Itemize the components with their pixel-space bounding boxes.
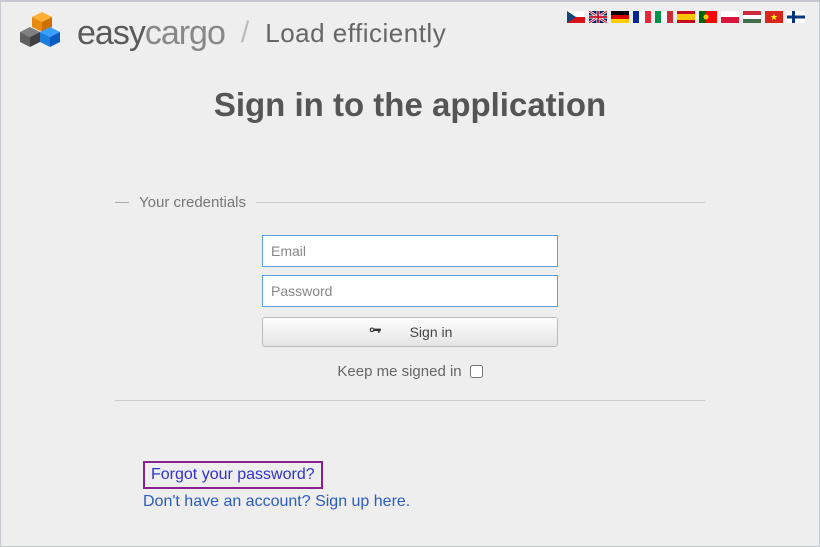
keep-signed-in-label: Keep me signed in — [337, 363, 461, 380]
divider — [115, 400, 705, 401]
brand-slash: / — [241, 16, 249, 50]
hungary-flag[interactable] — [743, 10, 761, 22]
forgot-password-link[interactable]: Forgot your password? — [143, 461, 323, 489]
poland-flag[interactable] — [721, 10, 739, 22]
germany-flag[interactable] — [611, 10, 629, 22]
keep-signed-in-checkbox[interactable] — [470, 365, 483, 378]
czech-flag[interactable] — [567, 10, 585, 22]
keep-signed-in-row[interactable]: Keep me signed in — [337, 363, 482, 380]
language-flags — [567, 10, 805, 22]
spain-flag[interactable] — [677, 10, 695, 22]
legend-dash — [115, 202, 129, 203]
password-field[interactable] — [262, 275, 558, 307]
signup-link[interactable]: Sign up here. — [315, 493, 410, 510]
signup-text: Don't have an account? — [143, 493, 315, 510]
signup-row: Don't have an account? Sign up here. — [143, 493, 705, 511]
sign-in-label: Sign in — [410, 324, 453, 340]
france-flag[interactable] — [633, 10, 651, 22]
italy-flag[interactable] — [655, 10, 673, 22]
legend-row: Your credentials — [115, 194, 705, 211]
legend-text: Your credentials — [139, 194, 246, 211]
brand-tagline: Load efficiently — [265, 18, 446, 49]
logo-icon — [19, 10, 65, 56]
brand-text: easycargo — [77, 14, 225, 53]
links: Forgot your password? Don't have an acco… — [143, 461, 705, 511]
header: easycargo / Load efficiently — [1, 2, 819, 56]
page-title: Sign in to the application — [1, 86, 819, 124]
key-icon — [368, 324, 382, 341]
finland-flag[interactable] — [787, 10, 805, 22]
sign-in-button[interactable]: Sign in — [262, 317, 558, 347]
uk-flag[interactable] — [589, 10, 607, 22]
login-form: Your credentials Sign in Keep me signed … — [115, 194, 705, 511]
legend-line — [256, 202, 705, 203]
fields: Sign in Keep me signed in — [115, 235, 705, 380]
brand-cargo: cargo — [145, 14, 225, 52]
vietnam-flag[interactable] — [765, 10, 783, 22]
brand-easy: easy — [77, 14, 145, 52]
portugal-flag[interactable] — [699, 10, 717, 22]
email-field[interactable] — [262, 235, 558, 267]
